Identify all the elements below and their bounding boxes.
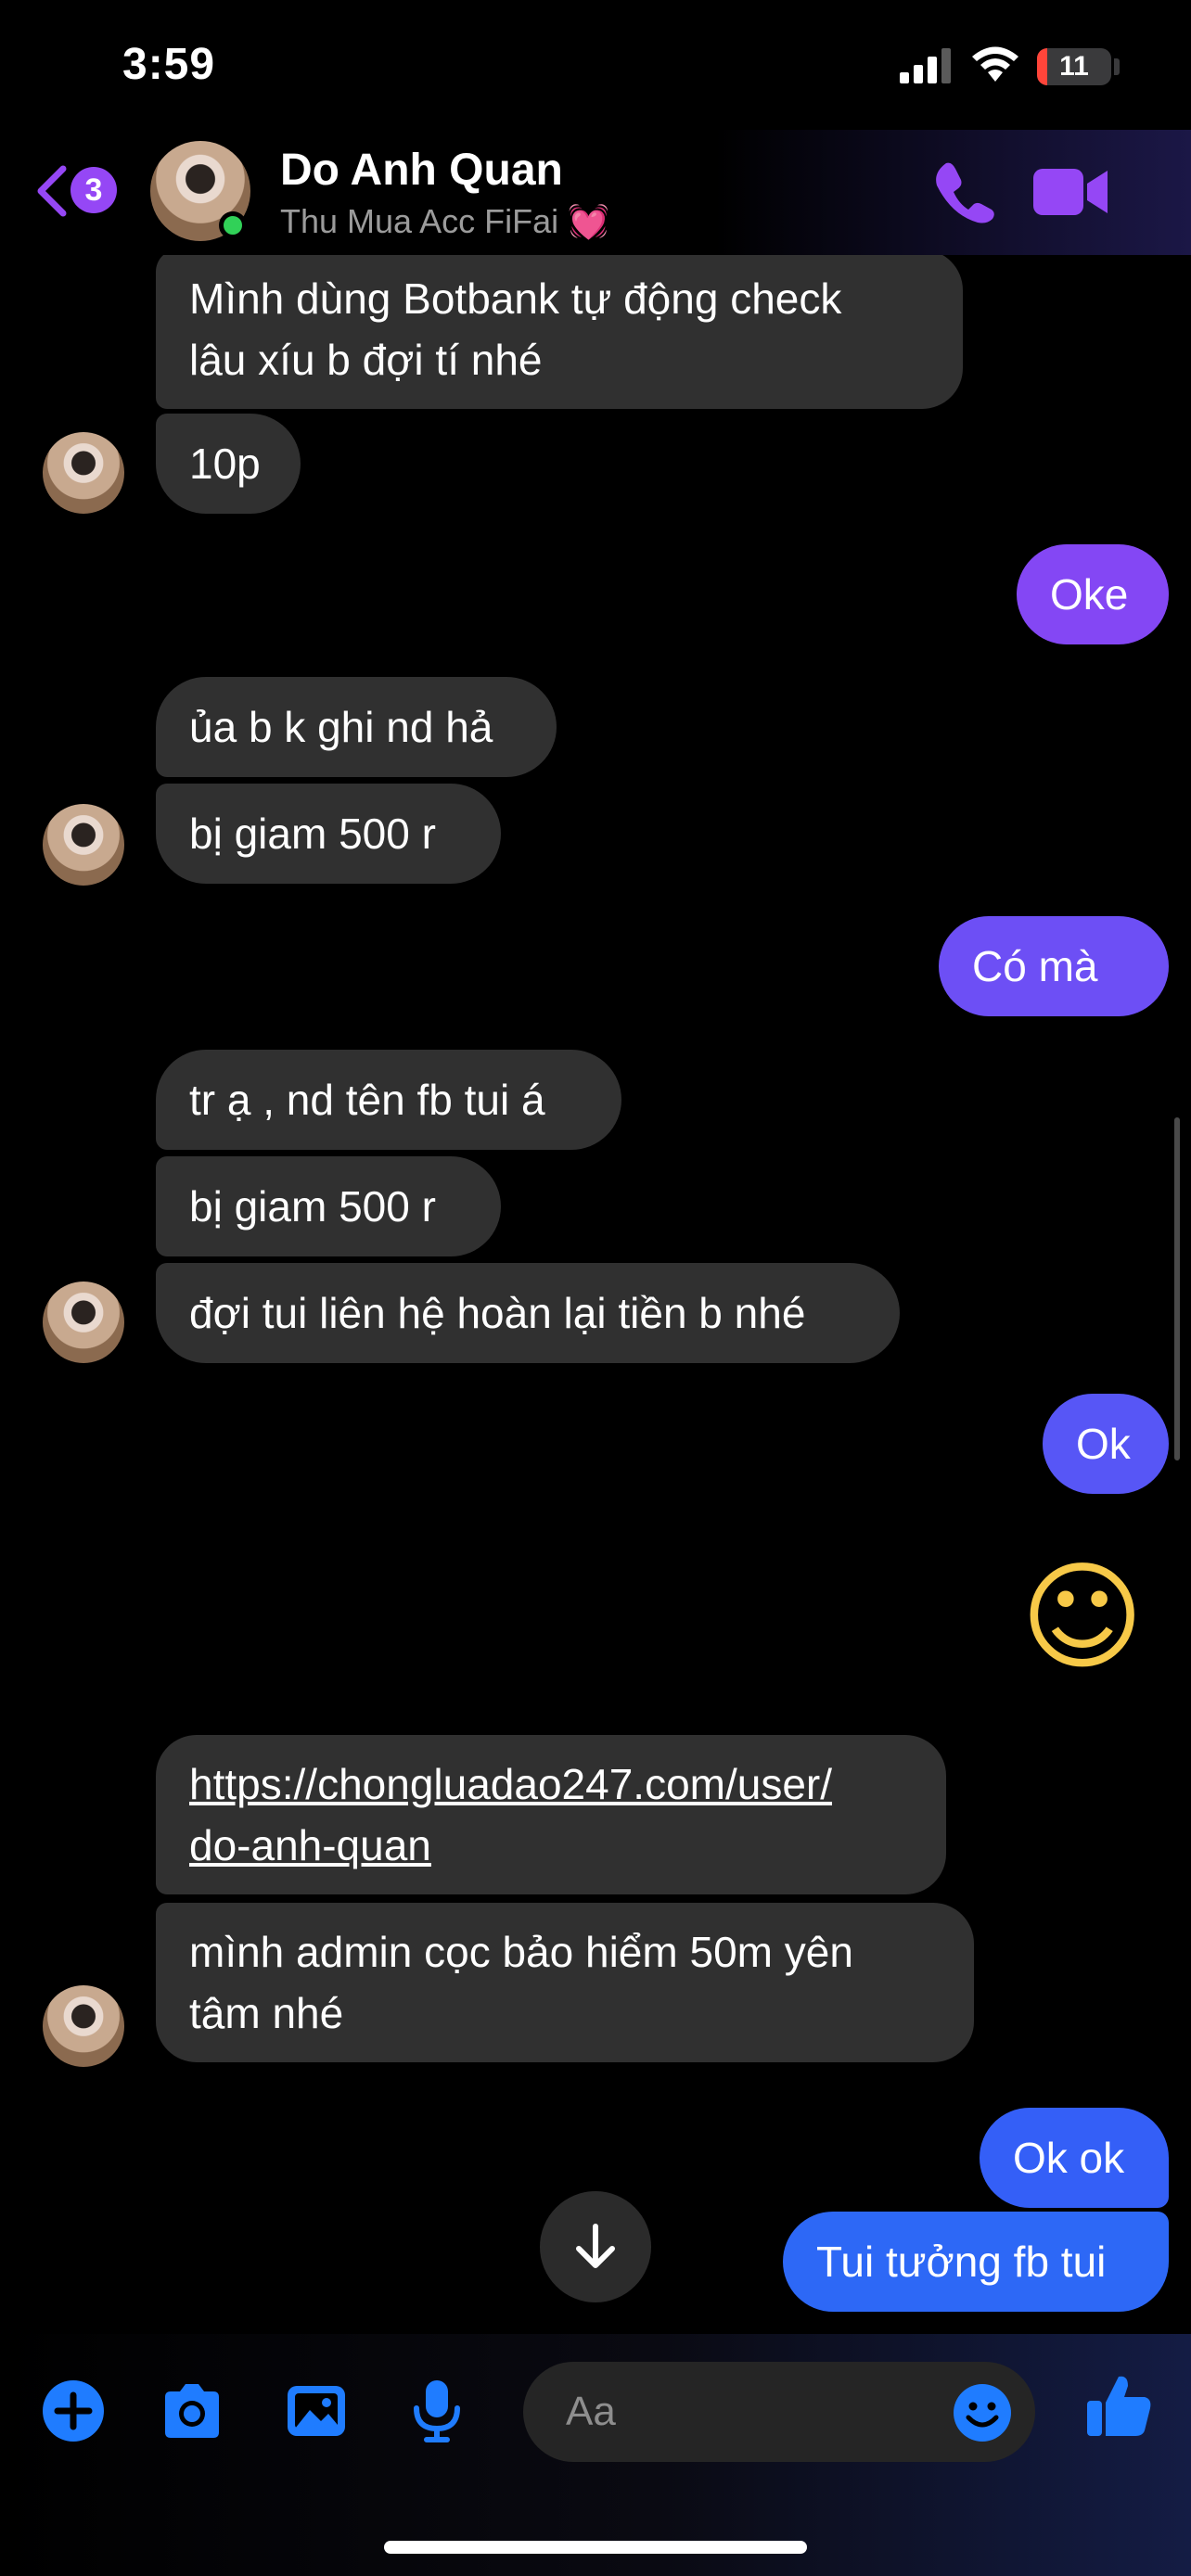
message-list[interactable]: Mình dùng Botbank tự động check lâu xíu b…	[0, 255, 1191, 2334]
scroll-to-bottom-button[interactable]	[540, 2191, 651, 2302]
camera-icon[interactable]	[160, 2378, 224, 2443]
unread-count-badge: 3	[70, 167, 117, 213]
online-status-dot	[219, 211, 247, 239]
status-bar: 3:59 11	[0, 0, 1191, 139]
message-text-line: Ok	[1076, 1420, 1131, 1468]
message-text-line: Mình dùng Botbank tự động check	[189, 274, 842, 323]
message-text-line: tr ạ , nd tên fb tui á	[189, 1076, 545, 1124]
message-bubble-outgoing[interactable]: Có mà	[939, 916, 1169, 1016]
message-text-line: Có mà	[972, 942, 1098, 990]
emoji-message[interactable]: ☺	[1020, 1549, 1144, 1688]
message-bubble-incoming[interactable]: 10p	[156, 414, 301, 514]
composer-bar: Aa	[0, 2334, 1191, 2576]
contact-subtitle: Thu Mua Acc FiFai 💓	[280, 202, 609, 241]
message-bubble-outgoing[interactable]: Ok ok	[980, 2108, 1169, 2208]
sender-avatar[interactable]	[43, 804, 124, 886]
message-text-line: ủa b k ghi nd hả	[189, 703, 493, 751]
back-button[interactable]: 3	[33, 158, 126, 223]
smiley-icon[interactable]	[952, 2382, 1013, 2443]
message-text-line: mình admin cọc bảo hiểm 50m yên	[189, 1928, 853, 1976]
message-bubble-outgoing[interactable]: Tui tưởng fb tui	[783, 2212, 1169, 2312]
message-text-line: đợi tui liên hệ hoàn lại tiền b nhé	[189, 1289, 806, 1337]
message-text-line: https://chongluadao247.com/user/	[189, 1760, 833, 1808]
plus-icon[interactable]	[41, 2378, 106, 2443]
contact-subtitle-text: Thu Mua Acc FiFai	[280, 202, 559, 240]
microphone-icon[interactable]	[404, 2378, 469, 2443]
message-text-line: Oke	[1050, 570, 1129, 618]
conversation-header: 3 Do Anh Quan Thu Mua Acc FiFai 💓	[0, 130, 1191, 255]
sender-avatar[interactable]	[43, 1985, 124, 2067]
message-input-placeholder: Aa	[566, 2389, 616, 2434]
message-text-line: 10p	[189, 440, 261, 488]
message-link-bubble[interactable]: https://chongluadao247.com/user/do-anh-q…	[156, 1735, 946, 1894]
message-bubble-incoming[interactable]: mình admin cọc bảo hiểm 50m yên tâm nhé	[156, 1903, 974, 2062]
arrow-down-icon	[576, 2224, 615, 2268]
video-camera-icon[interactable]	[1033, 163, 1109, 221]
heart-emoji: 💓	[568, 202, 609, 240]
photo-icon[interactable]	[284, 2378, 349, 2443]
message-text-line: Tui tưởng fb tui	[816, 2238, 1107, 2286]
scrollbar[interactable]	[1174, 1117, 1180, 1460]
home-indicator[interactable]	[384, 2541, 807, 2554]
back-chevron-icon	[37, 165, 67, 217]
message-text-line: Ok ok	[1013, 2134, 1125, 2182]
message-bubble-outgoing[interactable]: Ok	[1043, 1394, 1169, 1494]
battery-level: 11	[1059, 51, 1089, 82]
message-bubble-incoming[interactable]: bị giam 500 r	[156, 1156, 501, 1256]
cellular-signal-icon	[900, 48, 951, 83]
status-time: 3:59	[122, 40, 216, 89]
message-text-line: bị giam 500 r	[189, 810, 436, 858]
message-bubble-incoming[interactable]: Mình dùng Botbank tự động check lâu xíu b…	[156, 255, 963, 409]
battery-icon: 11	[1037, 48, 1111, 85]
message-bubble-outgoing[interactable]: Oke	[1017, 544, 1169, 644]
sender-avatar[interactable]	[43, 432, 124, 514]
sender-avatar[interactable]	[43, 1282, 124, 1363]
message-bubble-incoming[interactable]: ủa b k ghi nd hả	[156, 677, 557, 777]
message-bubble-incoming[interactable]: bị giam 500 r	[156, 784, 501, 884]
phone-icon[interactable]	[931, 158, 998, 224]
message-bubble-incoming[interactable]: tr ạ , nd tên fb tui á	[156, 1050, 621, 1150]
message-text-line: bị giam 500 r	[189, 1182, 436, 1231]
thumbs-up-icon[interactable]	[1085, 2371, 1154, 2440]
message-text-line: do-anh-quan	[189, 1821, 431, 1869]
contact-name[interactable]: Do Anh Quan	[280, 145, 563, 196]
message-input[interactable]: Aa	[523, 2362, 1035, 2462]
wifi-icon	[972, 46, 1018, 82]
message-text-line: tâm nhé	[189, 1989, 344, 2037]
message-text-line: lâu xíu b đợi tí nhé	[189, 336, 543, 384]
message-bubble-incoming[interactable]: đợi tui liên hệ hoàn lại tiền b nhé	[156, 1263, 900, 1363]
